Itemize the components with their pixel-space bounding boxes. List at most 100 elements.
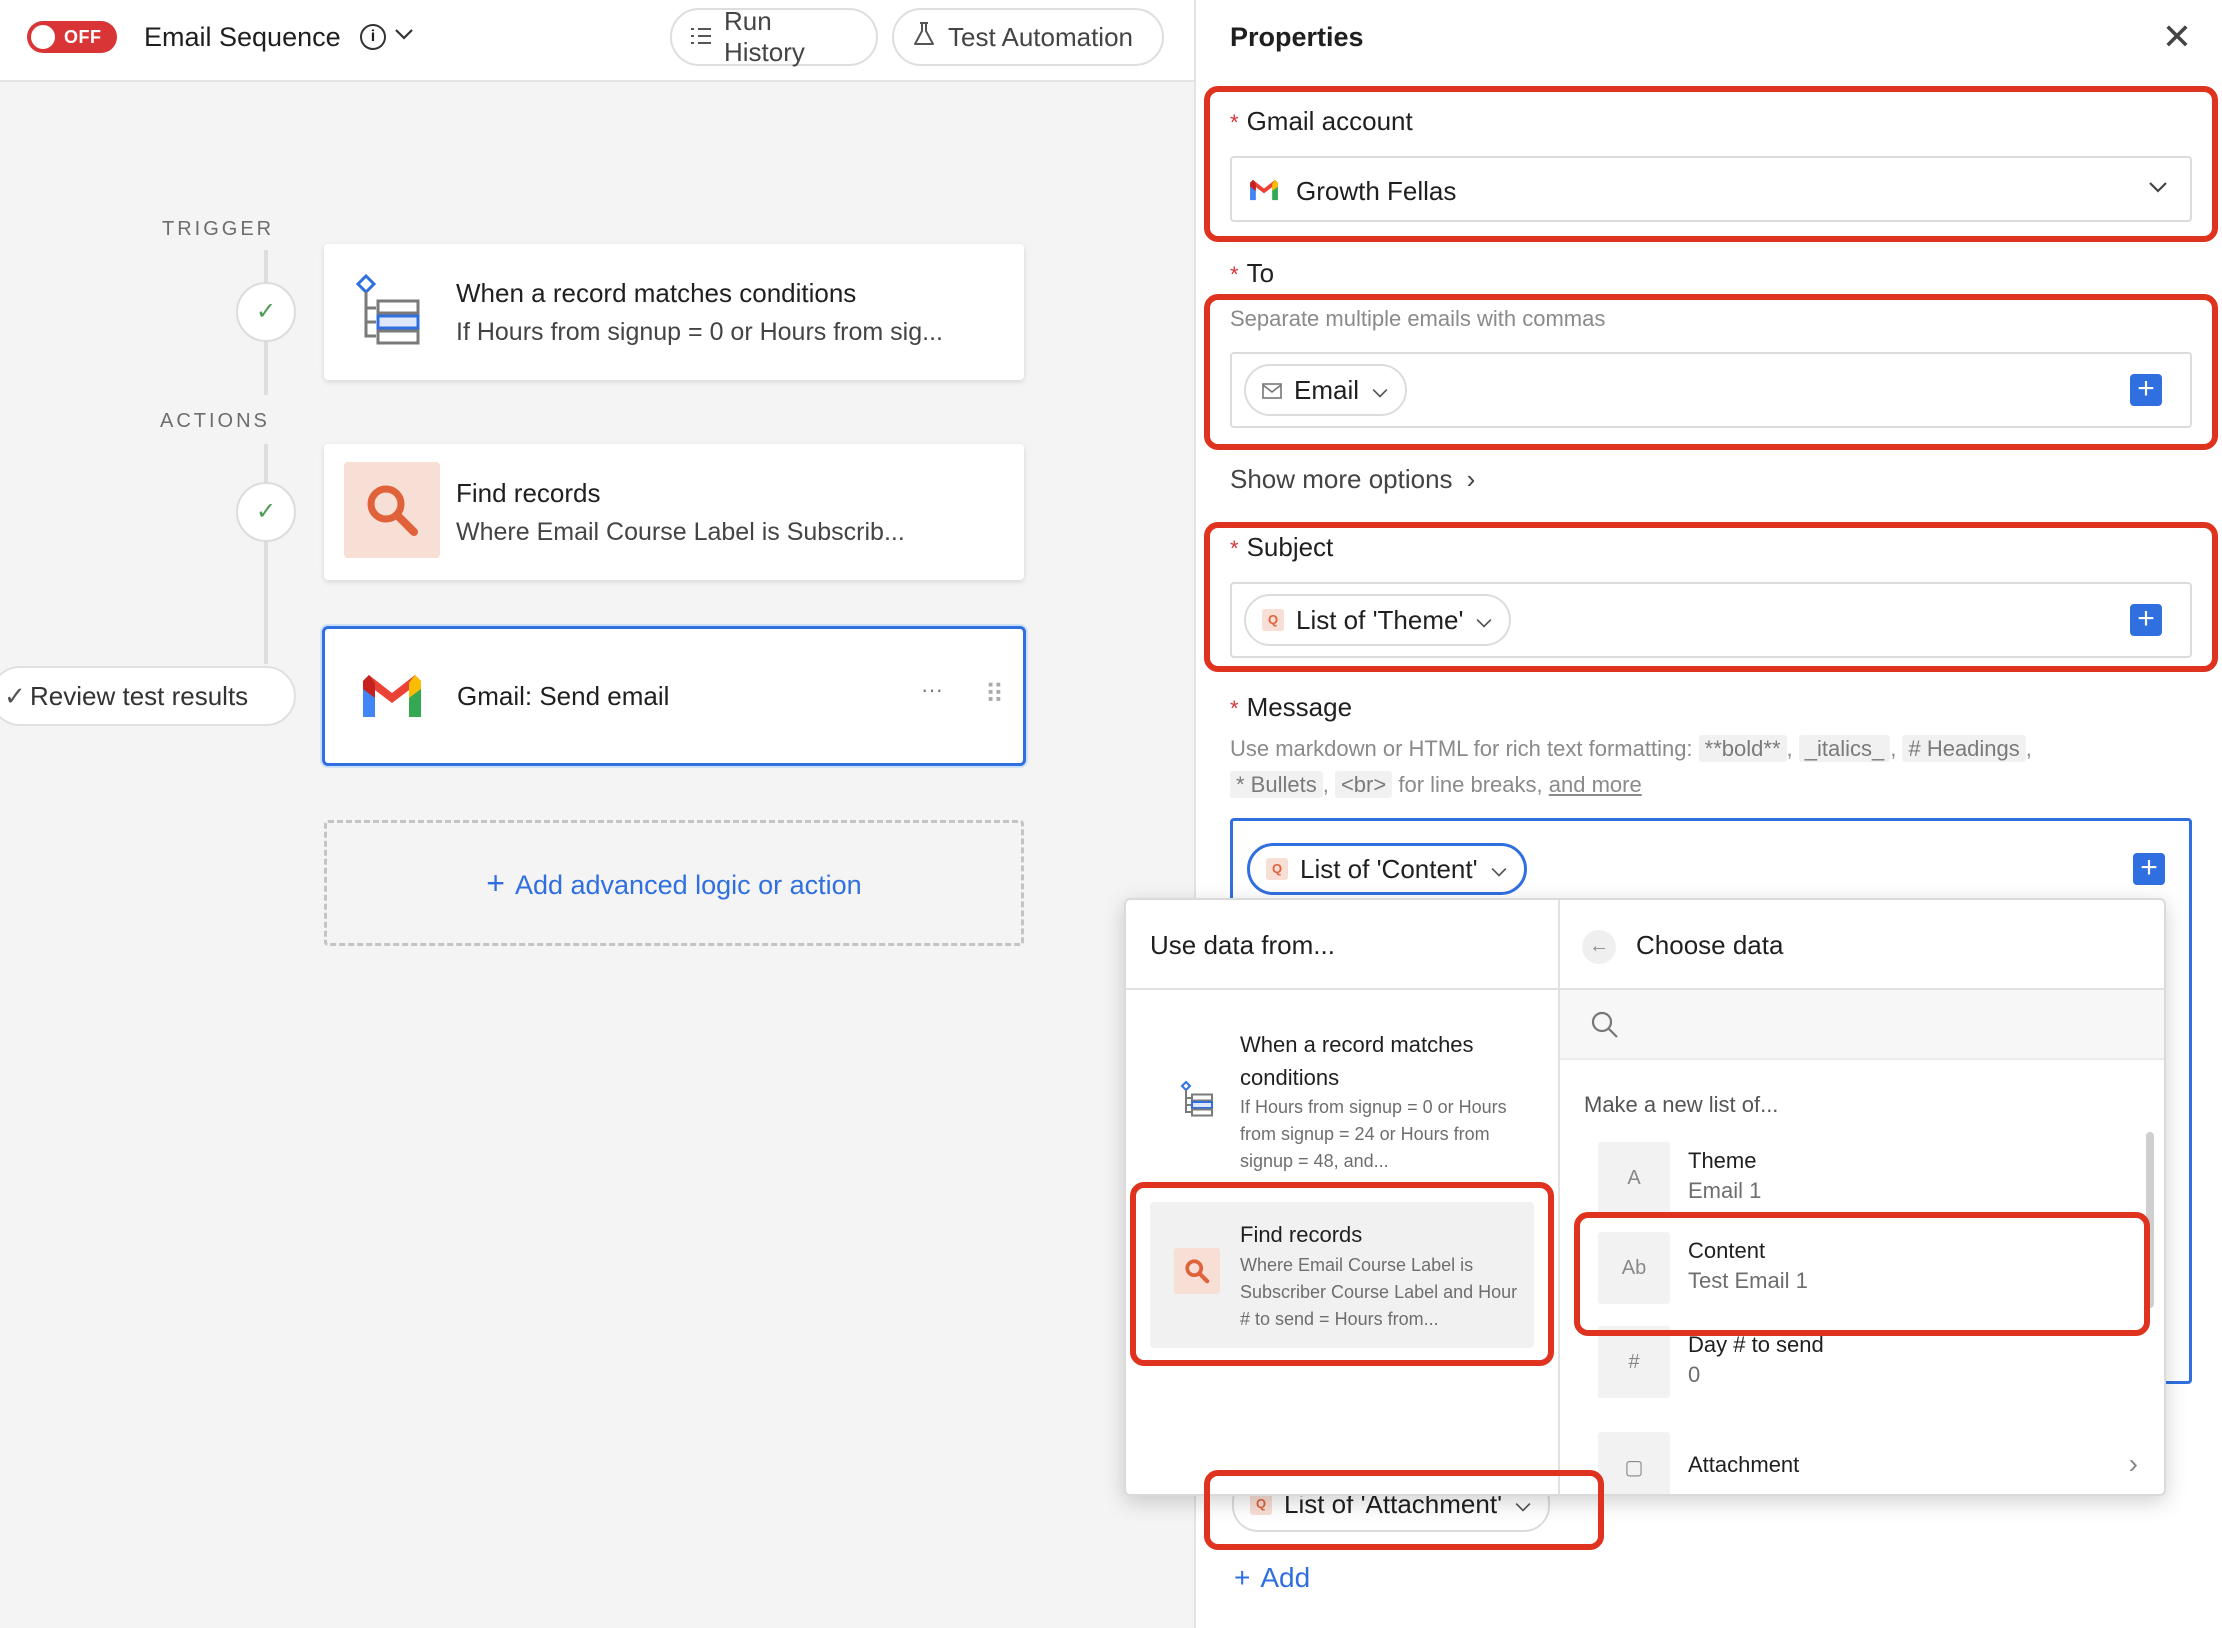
subject-label-text: Subject [1246,532,1334,562]
gmail-account-value: Growth Fellas [1296,176,1457,206]
close-icon[interactable]: ✕ [2162,16,2192,58]
to-label: * To [1230,258,1274,289]
trigger-card-subtitle: If Hours from signup = 0 or Hours from s… [456,318,943,346]
message-hint-mid: for line breaks, [1398,772,1543,797]
show-more-options-link[interactable]: Show more options › [1230,464,1475,495]
flask-icon [912,21,936,54]
option-attachment[interactable]: ▢ Attachment › [1598,1426,2138,1494]
to-input[interactable]: Email + [1230,352,2192,428]
required-mark: * [1230,110,1239,135]
show-more-options-label: Show more options [1230,464,1453,494]
source-find-records-subtitle: Where Email Course Label is Subscriber C… [1240,1255,1518,1329]
bullets-code: * Bullets [1230,771,1323,798]
chevron-down-icon [2148,180,2168,199]
option-theme[interactable]: A Theme Email 1 [1598,1136,2138,1220]
chevron-down-icon [1371,375,1389,406]
connector-line [264,444,268,664]
chevron-down-icon [1475,605,1493,636]
conditions-tree-icon [354,272,426,353]
back-arrow-icon[interactable]: ← [1582,930,1616,964]
trigger-card-title: When a record matches conditions [456,278,857,308]
add-data-plus-icon[interactable]: + [2130,604,2162,636]
test-automation-button[interactable]: Test Automation [892,8,1164,66]
trigger-section-label: TRIGGER [162,218,275,240]
top-bar: OFF Email Sequence i Run History Test Au… [0,0,1194,82]
add-data-plus-icon[interactable]: + [2133,853,2165,885]
content-list-token[interactable]: Q List of 'Content' [1247,843,1527,895]
option-content-title: Content [1688,1238,1766,1263]
data-source-list: Use data from... When a record matches c… [1126,900,1560,1494]
test-automation-label: Test Automation [948,21,1133,52]
check-icon: ✓ [4,681,26,711]
chevron-right-icon: › [2128,1448,2138,1479]
to-label-text: To [1246,258,1275,288]
trigger-step-card[interactable]: When a record matches conditions If Hour… [324,244,1024,380]
gmail-step-card[interactable]: Gmail: Send email ··· ⠿ [322,626,1026,766]
drag-handle-icon[interactable]: ⠿ [985,679,1004,710]
more-options-icon[interactable]: ··· [921,677,943,703]
scrollbar[interactable] [2146,1132,2154,1308]
add-logic-or-action-button[interactable]: + Add advanced logic or action [324,820,1024,946]
use-data-from-heading: Use data from... [1126,900,1558,990]
source-find-records-item[interactable]: Find records Where Email Course Label is… [1150,1202,1534,1348]
data-search-input[interactable] [1560,990,2164,1060]
run-history-button[interactable]: Run History [670,6,878,67]
plus-icon: + [486,865,505,901]
message-hint-line-1: Use markdown or HTML for rich text forma… [1230,735,2032,762]
choose-data-title: Choose data [1636,930,1784,960]
find-check-icon: ✓ [236,482,296,542]
option-day-to-send[interactable]: # Day # to send 0 [1598,1320,2138,1404]
add-data-plus-icon[interactable]: + [2130,374,2162,406]
choose-data-list: Choose data ← Make a new list of... A Th… [1560,900,2164,1494]
option-day-subtitle: 0 [1688,1362,1701,1387]
option-content-subtitle: Test Email 1 [1688,1268,1808,1293]
rich-text-icon: Ab [1598,1232,1670,1304]
subject-input[interactable]: Q List of 'Theme' + [1230,582,2192,658]
toggle-label: OFF [64,27,102,47]
option-theme-title: Theme [1688,1148,1757,1173]
envelope-icon [1262,375,1282,406]
chevron-down-icon[interactable] [394,24,414,47]
list-icon [690,22,712,53]
add-logic-label: Add advanced logic or action [514,870,862,900]
bold-code: **bold** [1698,735,1787,762]
add-field-button[interactable]: + Add [1234,1562,1310,1594]
text-field-icon: A [1598,1142,1670,1214]
option-theme-subtitle: Email 1 [1688,1178,1762,1203]
message-hint-line-2: * Bullets, <br> for line breaks, and mor… [1230,771,1642,798]
gmail-logo-icon [359,671,425,726]
trigger-check-icon: ✓ [236,282,296,342]
subject-label: * Subject [1230,532,1333,563]
theme-token-label: List of 'Theme' [1296,604,1464,635]
gmail-card-title: Gmail: Send email [457,681,670,711]
message-label: * Message [1230,692,1352,723]
review-test-results-button[interactable]: ✓ Review test results [0,666,296,726]
message-hint-prefix: Use markdown or HTML for rich text forma… [1230,736,1693,761]
gmail-account-select[interactable]: Growth Fellas [1230,156,2192,222]
source-find-records-title: Find records [1240,1222,1363,1247]
to-hint: Separate multiple emails with commas [1230,306,1606,331]
panel-title: Properties [1230,22,1364,52]
source-trigger-title: When a record matches conditions [1240,1032,1474,1090]
gmail-account-label: * Gmail account [1230,106,1413,137]
email-token[interactable]: Email [1244,364,1408,416]
option-content[interactable]: Ab Content Test Email 1 [1598,1226,2138,1310]
source-trigger-item[interactable]: When a record matches conditions If Hour… [1150,1028,1534,1200]
data-picker-popover: Use data from... When a record matches c… [1124,898,2166,1496]
find-records-step-card[interactable]: Find records Where Email Course Label is… [324,444,1024,580]
option-day-title: Day # to send [1688,1332,1824,1357]
and-more-link[interactable]: and more [1549,772,1642,797]
conditions-tree-icon [1180,1080,1216,1123]
italics-code: _italics_ [1798,735,1891,762]
run-history-label: Run History [724,6,805,67]
automation-title[interactable]: Email Sequence [144,22,341,53]
required-mark: * [1230,262,1239,287]
toggle-knob [31,25,55,49]
find-records-icon-box [1174,1248,1220,1294]
message-label-text: Message [1246,692,1353,722]
automation-toggle[interactable]: OFF [27,21,117,53]
info-icon[interactable]: i [360,24,386,50]
theme-list-token[interactable]: Q List of 'Theme' [1244,594,1512,646]
email-token-label: Email [1294,374,1360,405]
find-card-subtitle: Where Email Course Label is Subscrib... [456,518,905,546]
